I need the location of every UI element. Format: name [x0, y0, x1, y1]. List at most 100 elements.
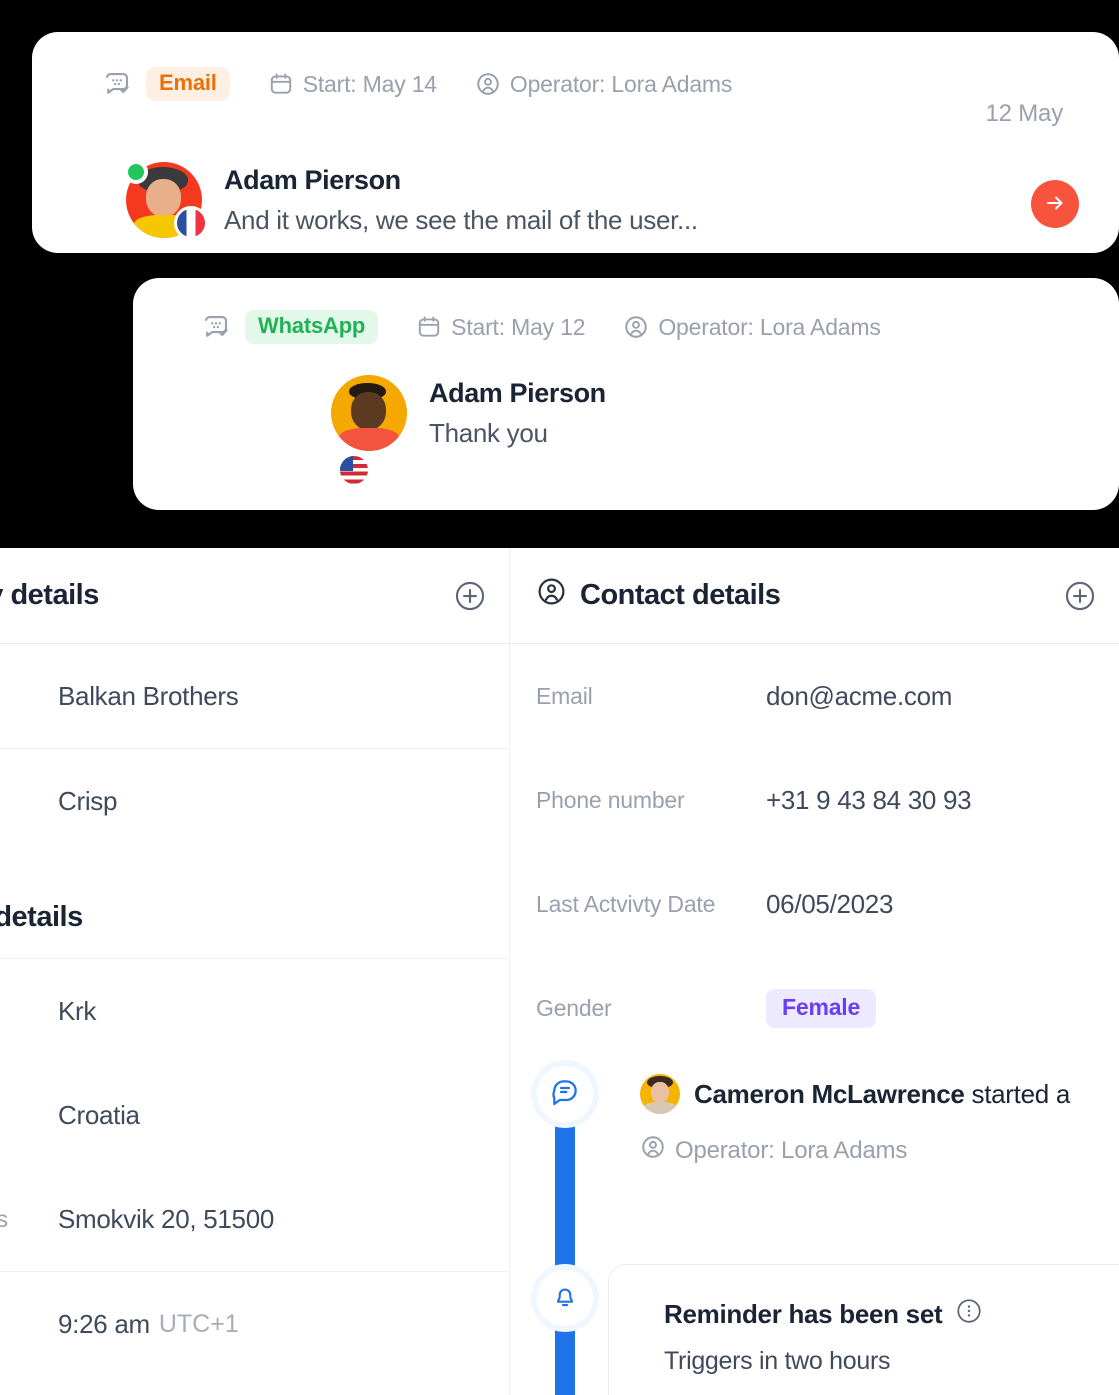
details-panel: npany details name Balkan Brothers n: [0, 548, 1119, 1395]
timeline-rail: [555, 1098, 575, 1395]
section-title-contact-wrap: Contact details: [536, 576, 781, 615]
field-value[interactable]: Smokvik 20, 51500: [58, 1204, 274, 1235]
activity-timeline: Cameron McLawrence started a Operator: L…: [510, 1046, 1119, 1395]
field-value-timezone: UTC+1: [158, 1309, 239, 1338]
field-value[interactable]: Croatia: [58, 1100, 140, 1131]
conversation-text: Adam Pierson And it works, we see the ma…: [224, 164, 698, 237]
reminder-title: Reminder has been set: [664, 1299, 943, 1329]
timeline-entry-title-row: Cameron McLawrence started a: [640, 1074, 1119, 1114]
conversation-operator: Operator: Lora Adams: [475, 71, 732, 98]
contact-person-icon: [536, 576, 567, 615]
message-preview: And it works, we see the mail of the use…: [224, 205, 698, 236]
field-label: Phone number: [536, 786, 685, 813]
field-local-time: e 9:26 am UTC+1: [0, 1272, 509, 1376]
company-location-column: npany details name Balkan Brothers n: [0, 548, 510, 1395]
avatar-face: [640, 1074, 680, 1114]
channel-chip-whatsapp[interactable]: WhatsApp: [245, 310, 379, 344]
operator-label: Operator: Lora Adams: [509, 70, 733, 97]
status-badge-gender[interactable]: Female: [766, 988, 877, 1028]
conversation-operator: Operator: Lora Adams: [623, 313, 881, 341]
bell-icon: [550, 1281, 580, 1316]
channel-chip-email[interactable]: Email: [146, 67, 230, 101]
field-label: Last Actvivty Date: [536, 890, 716, 917]
contact-column: Contact details Email don@acme.com Phone…: [510, 548, 1119, 1395]
operator-icon: [640, 1134, 666, 1167]
field-country: Croatia: [0, 1063, 509, 1167]
contact-details-header: Contact details: [510, 548, 1119, 643]
timeline-action-text: started a: [964, 1078, 1071, 1109]
field-email: Email don@acme.com: [510, 644, 1119, 748]
conversation-date: 12 May: [985, 100, 1063, 127]
chat-check-icon: [201, 312, 231, 342]
conversation-preview-row: Adam Pierson Thank you: [331, 375, 606, 487]
field-address: ddress Smokvik 20, 51500: [0, 1167, 509, 1271]
field-phone-number: Phone number +31 9 43 84 30 93: [510, 748, 1119, 852]
avatar-face: [331, 375, 407, 451]
field-gender: Gender Female: [510, 956, 1119, 1060]
timeline-entry-reminder[interactable]: Reminder has been set Triggers in two ho…: [608, 1264, 1119, 1395]
chat-check-icon: [102, 69, 132, 99]
operator-icon: [623, 314, 649, 340]
start-date-label: Start: May 12: [451, 313, 586, 340]
field-value[interactable]: 9:26 am: [58, 1309, 150, 1340]
field-value[interactable]: Crisp: [58, 786, 117, 817]
online-status-dot: [124, 160, 148, 184]
operator-icon: [475, 71, 501, 97]
operator-label: Operator: Lora Adams: [675, 1136, 908, 1164]
field-value[interactable]: don@acme.com: [766, 681, 952, 712]
open-conversation-button[interactable]: [1031, 180, 1079, 228]
company-details-header: npany details: [0, 548, 509, 643]
contact-name: Adam Pierson: [429, 377, 606, 408]
field-value[interactable]: Balkan Brothers: [58, 681, 239, 712]
timeline-actor-name: Cameron McLawrence: [694, 1078, 965, 1109]
field-last-activity-date: Last Actvivty Date 06/05/2023: [510, 852, 1119, 956]
avatar-image: [331, 375, 407, 451]
field-value[interactable]: 06/05/2023: [766, 889, 893, 920]
screen: Email Start: May 14 Operator: Lora Adams…: [0, 0, 1119, 1395]
reminder-subtitle: Triggers in two hours: [664, 1347, 891, 1375]
conversation-meta-row: WhatsApp Start: May 12 Operator: Lora Ad…: [201, 310, 881, 344]
field-value[interactable]: +31 9 43 84 30 93: [766, 785, 972, 816]
plus-circle-icon[interactable]: [1063, 579, 1097, 613]
arrow-right-icon: [1042, 190, 1068, 219]
calendar-icon: [268, 71, 294, 97]
field-label: name: [0, 788, 58, 815]
section-title-company: npany details: [0, 579, 99, 611]
conversation-meta-row: Email Start: May 14 Operator: Lora Adams: [102, 67, 732, 101]
field-label: Email: [536, 682, 593, 709]
section-title-contact: Contact details: [580, 579, 781, 611]
conversation-preview-row: Adam Pierson And it works, we see the ma…: [124, 160, 698, 240]
field-label: e: [0, 1311, 58, 1338]
conversation-start-date: Start: May 12: [416, 313, 586, 341]
conversation-text: Adam Pierson Thank you: [429, 377, 606, 450]
field-company-name: name Balkan Brothers: [0, 644, 509, 748]
plus-circle-icon[interactable]: [453, 579, 487, 613]
field-label: name: [0, 683, 58, 710]
timeline-node-conversation[interactable]: [531, 1060, 599, 1128]
calendar-icon: [416, 314, 442, 340]
timeline-entry-title-row: Reminder has been set: [664, 1297, 983, 1332]
timeline-entry-operator: Operator: Lora Adams: [640, 1134, 1119, 1167]
conversation-card-whatsapp[interactable]: WhatsApp Start: May 12 Operator: Lora Ad…: [133, 278, 1119, 510]
field-account-name: name Crisp: [0, 749, 509, 853]
timeline-entry-title: Cameron McLawrence started a: [694, 1079, 1070, 1110]
chat-lines-icon: [549, 1076, 581, 1113]
timeline-entry-conversation: Cameron McLawrence started a Operator: L…: [640, 1074, 1119, 1167]
field-value[interactable]: Krk: [58, 996, 96, 1027]
field-label: ddress: [0, 1205, 8, 1232]
avatar: [331, 375, 407, 487]
flag-us-icon: [337, 453, 371, 487]
section-title-location: ation details: [0, 901, 83, 933]
conversation-card-email[interactable]: Email Start: May 14 Operator: Lora Adams…: [32, 32, 1119, 253]
start-date-label: Start: May 14: [302, 70, 437, 97]
avatar: [124, 160, 208, 240]
field-city: Krk: [0, 959, 509, 1063]
cameron-mclawrence-avatar: [640, 1074, 680, 1114]
field-label: Gender: [536, 994, 612, 1021]
more-vertical-circle-icon[interactable]: [955, 1297, 983, 1332]
message-preview: Thank you: [429, 418, 548, 449]
operator-label: Operator: Lora Adams: [658, 313, 881, 340]
flag-fr-icon: [174, 206, 208, 240]
conversation-start-date: Start: May 14: [268, 71, 437, 98]
timeline-node-reminder[interactable]: [531, 1264, 599, 1332]
